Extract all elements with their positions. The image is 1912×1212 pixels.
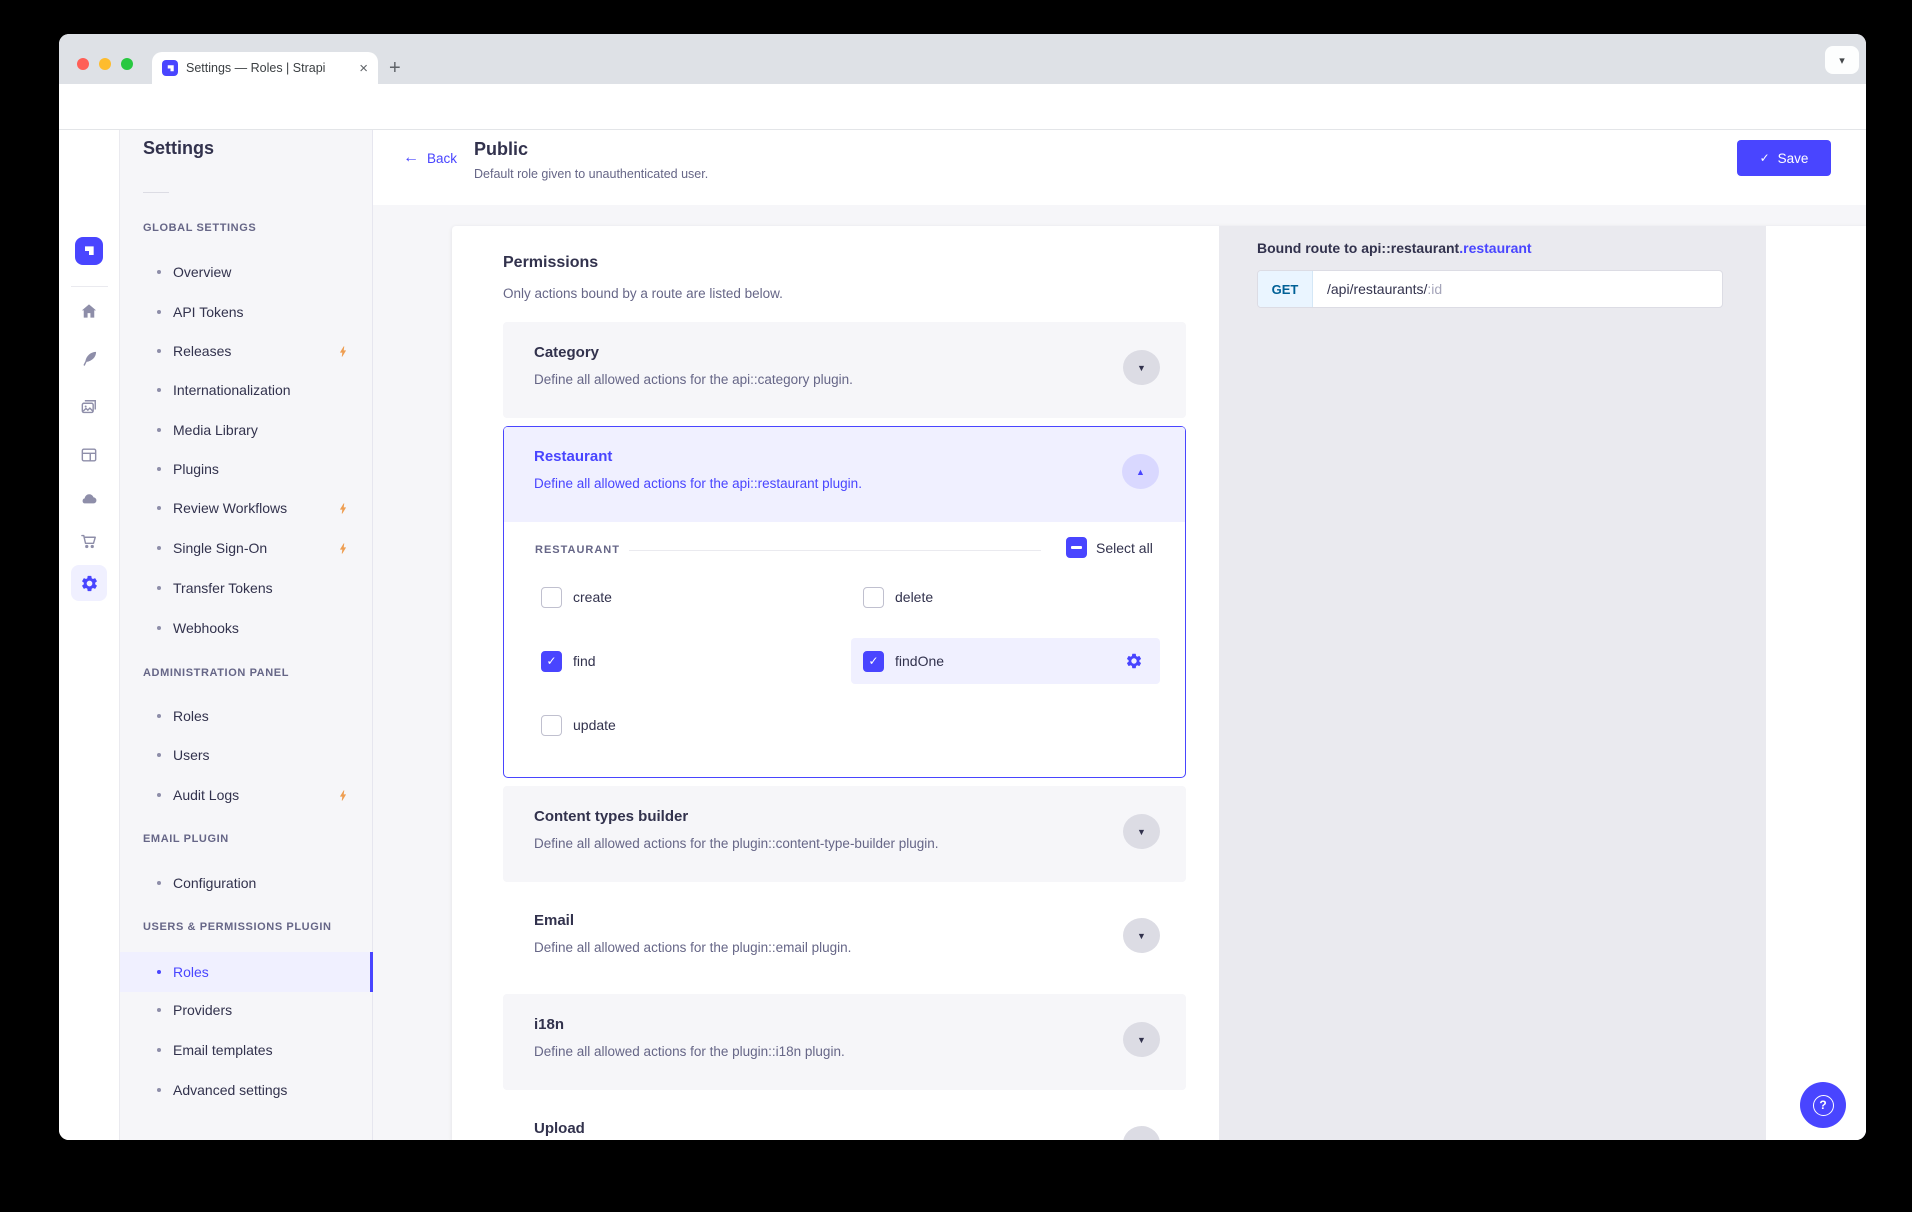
checkbox-find[interactable]: ✓ find [541,650,596,672]
sidebar-item-configuration[interactable]: Configuration [120,863,373,903]
back-arrow-icon: ← [403,150,419,166]
sidebar-item-releases[interactable]: Releases [120,331,373,371]
chevron-down-icon[interactable]: ▼ [1123,350,1160,385]
premium-bolt-icon [336,345,349,358]
help-button[interactable]: ? [1800,1082,1846,1128]
route-settings-gear-icon[interactable] [1125,652,1143,670]
home-icon[interactable] [79,301,99,321]
tab-title: Settings — Roles | Strapi [186,61,353,75]
sidebar-item-internationalization[interactable]: Internationalization [120,370,373,410]
http-method-badge: GET [1258,271,1313,307]
premium-bolt-icon [336,542,349,555]
indeterminate-checkbox-icon[interactable] [1066,537,1087,558]
sidebar-item-advanced-settings[interactable]: Advanced settings [120,1070,373,1110]
sidebar-item-email-templates[interactable]: Email templates [120,1030,373,1070]
page-subtitle: Default role given to unauthenticated us… [474,167,708,181]
chevron-up-icon[interactable]: ▲ [1122,454,1159,489]
check-icon: ✓ [1760,151,1770,165]
settings-sidebar-title: Settings [143,138,214,159]
accordion-restaurant-expanded: Restaurant Define all allowed actions fo… [503,426,1186,778]
permissions-title: Permissions [503,254,598,272]
maximize-window-button[interactable] [121,58,133,70]
sidebar-item-overview[interactable]: Overview [120,252,373,292]
nav-section-administration-panel: ADMINISTRATION PANEL [143,667,289,679]
permissions-subtitle: Only actions bound by a route are listed… [503,286,783,301]
checkbox-update[interactable]: update [541,714,616,736]
page-title: Public [474,139,528,160]
checkbox-delete[interactable]: delete [863,586,933,608]
tab-strip: Settings — Roles | Strapi × + ▾ [59,34,1866,84]
sidebar-item-single-sign-on[interactable]: Single Sign-On [120,528,373,568]
close-tab-icon[interactable]: × [359,60,368,77]
close-window-button[interactable] [77,58,89,70]
sidebar-item-providers[interactable]: Providers [120,990,373,1030]
premium-bolt-icon [336,789,349,802]
chevron-down-icon[interactable]: ▼ [1123,1022,1160,1057]
deploy-cloud-icon[interactable] [79,488,99,508]
checkbox-unchecked-icon[interactable] [863,587,884,608]
checkbox-findone[interactable]: ✓ findOne [863,650,944,672]
checkbox-create[interactable]: create [541,586,612,608]
route-path[interactable]: /api/restaurants/:id [1313,271,1442,307]
browser-window: Settings — Roles | Strapi × + ▾ ← → ⟳ ⓘ … [59,34,1866,1140]
chevron-down-icon[interactable]: ▼ [1123,1126,1160,1140]
sidebar-divider [71,286,108,287]
sidebar-item-review-workflows[interactable]: Review Workflows [120,488,373,528]
settings-title-divider [143,192,169,193]
accordion-upload[interactable]: Upload ▼ [503,1098,1186,1140]
sidebar-item-admin-roles[interactable]: Roles [120,696,373,736]
chevron-down-icon[interactable]: ▼ [1123,814,1160,849]
strapi-logo[interactable] [75,237,103,265]
sidebar-item-webhooks[interactable]: Webhooks [120,608,373,648]
chevron-down-icon[interactable]: ▼ [1123,918,1160,953]
sidebar-item-plugins[interactable]: Plugins [120,449,373,489]
bound-route-panel [1219,226,1766,1140]
checkbox-checked-icon[interactable]: ✓ [541,651,562,672]
nav-section-users-permissions-plugin: USERS & PERMISSIONS PLUGIN [143,921,332,933]
content-type-builder-icon[interactable] [79,445,99,465]
nav-section-email-plugin: EMAIL PLUGIN [143,833,229,845]
premium-bolt-icon [336,502,349,515]
accordion-restaurant-header[interactable]: Restaurant Define all allowed actions fo… [504,427,1185,522]
sidebar-item-audit-logs[interactable]: Audit Logs [120,775,373,815]
accordion-email[interactable]: Email Define all allowed actions for the… [503,890,1186,986]
marketplace-cart-icon[interactable] [79,531,99,551]
sidebar-item-transfer-tokens[interactable]: Transfer Tokens [120,568,373,608]
save-button[interactable]: ✓ Save [1737,140,1831,176]
question-mark-icon: ? [1813,1095,1834,1116]
checkbox-findone-selected-row[interactable]: ✓ findOne [851,638,1160,684]
tab-overflow-button[interactable]: ▾ [1825,46,1859,74]
sidebar-item-users[interactable]: Users [120,735,373,775]
sidebar-item-api-tokens[interactable]: API Tokens [120,292,373,332]
back-link[interactable]: ← Back [403,150,457,166]
accordion-content-types-builder[interactable]: Content types builder Define all allowed… [503,786,1186,882]
nav-section-global-settings: GLOBAL SETTINGS [143,222,256,234]
checkbox-unchecked-icon[interactable] [541,715,562,736]
checkbox-unchecked-icon[interactable] [541,587,562,608]
sidebar-item-media-library[interactable]: Media Library [120,410,373,450]
browser-tab[interactable]: Settings — Roles | Strapi × [152,52,378,84]
group-divider [629,550,1041,551]
bound-route-title: Bound route to api::restaurant.restauran… [1257,240,1532,256]
accordion-category[interactable]: Category Define all allowed actions for … [503,322,1186,418]
select-all-checkbox[interactable]: Select all [1066,537,1153,558]
sidebar-item-up-roles[interactable]: Roles [120,952,373,992]
settings-gear-icon[interactable] [71,565,107,601]
bound-route-field[interactable]: GET /api/restaurants/:id [1257,270,1723,308]
content-manager-feather-icon[interactable] [79,349,99,369]
minimize-window-button[interactable] [99,58,111,70]
browser-toolbar: ← → ⟳ ⓘ localhost:1337/admin/settings/us… [59,84,1866,130]
main-nav-sidebar: KD [59,130,120,1140]
accordion-i18n[interactable]: i18n Define all allowed actions for the … [503,994,1186,1090]
new-tab-button[interactable]: + [389,56,401,80]
checkbox-checked-icon[interactable]: ✓ [863,651,884,672]
media-library-icon[interactable] [79,397,99,417]
strapi-favicon-icon [162,60,178,76]
restaurant-group-label: RESTAURANT [535,544,620,556]
